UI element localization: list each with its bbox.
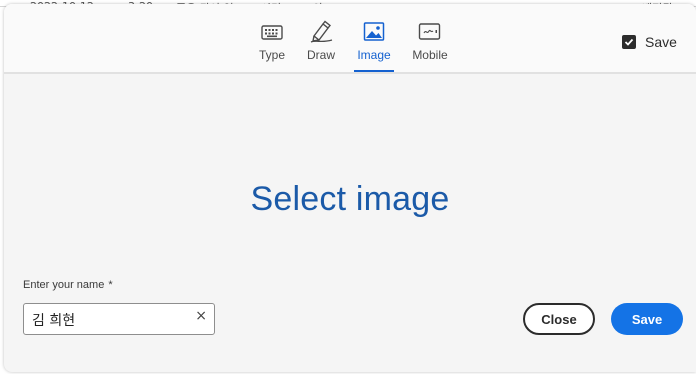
- mobile-icon: [418, 23, 441, 40]
- tab-image[interactable]: Image: [354, 20, 394, 72]
- signature-dialog: Type Draw Image Mobile Save Select image…: [4, 4, 696, 372]
- clear-icon[interactable]: ×: [195, 308, 207, 324]
- required-marker: *: [108, 279, 113, 291]
- tab-draw[interactable]: Draw: [305, 20, 337, 62]
- checkmark-icon: [624, 38, 634, 46]
- name-field: ×: [23, 303, 215, 335]
- save-button[interactable]: Save: [611, 303, 683, 335]
- name-label-text: Enter your name: [23, 279, 105, 291]
- dialog-header: Type Draw Image Mobile Save: [4, 4, 696, 74]
- tab-label: Mobile: [412, 48, 448, 62]
- save-checkbox[interactable]: [622, 35, 636, 49]
- image-icon: [363, 22, 385, 41]
- active-tab-indicator: [354, 70, 394, 72]
- close-button[interactable]: Close: [523, 303, 595, 335]
- tab-label: Image: [357, 48, 391, 62]
- name-input[interactable]: [32, 310, 192, 330]
- select-image-link[interactable]: Select image: [4, 180, 696, 219]
- save-toggle-label: Save: [645, 34, 677, 50]
- save-toggle[interactable]: Save: [622, 34, 677, 50]
- keyboard-icon: [261, 25, 283, 40]
- tab-label: Draw: [306, 48, 335, 62]
- tab-mobile[interactable]: Mobile: [408, 20, 452, 62]
- tab-type[interactable]: Type: [258, 20, 286, 62]
- pen-icon: [310, 20, 333, 43]
- name-field-label: Enter your name *: [23, 279, 113, 291]
- tab-label: Type: [258, 48, 285, 62]
